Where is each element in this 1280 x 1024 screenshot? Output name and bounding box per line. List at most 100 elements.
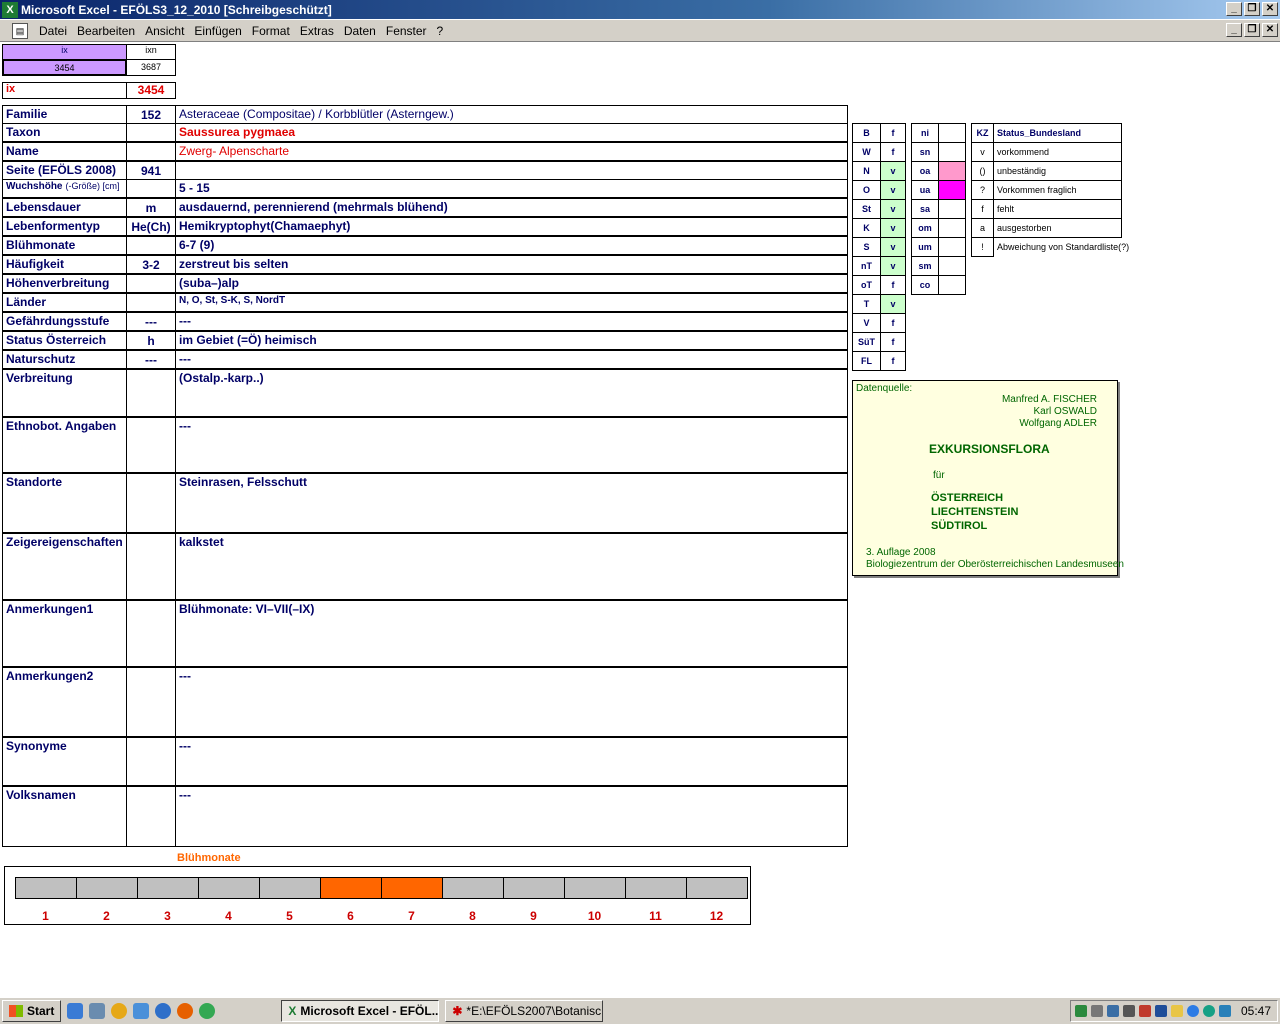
maximize-button[interactable]: ❐: [1244, 2, 1260, 16]
row-label[interactable]: Volksnamen: [2, 786, 127, 847]
tray-settings-icon[interactable]: [1122, 1005, 1135, 1017]
row-value[interactable]: zerstreut bis selten: [175, 255, 848, 274]
row-label[interactable]: Gefährdungsstufe: [2, 312, 127, 331]
row-label[interactable]: Ethnobot. Angaben: [2, 417, 127, 473]
row-label[interactable]: Anmerkungen1: [2, 600, 127, 667]
row-value[interactable]: Steinrasen, Felsschutt: [175, 473, 848, 533]
row-value[interactable]: ---: [175, 350, 848, 369]
tray-search-icon[interactable]: [1106, 1005, 1119, 1017]
quicklaunch-chrome-icon[interactable]: [199, 1003, 216, 1019]
row-code[interactable]: 152: [126, 105, 176, 124]
row-code[interactable]: [126, 236, 176, 255]
row-value[interactable]: (Ostalp.-karp..): [175, 369, 848, 417]
row-label[interactable]: Anmerkungen2: [2, 667, 127, 737]
row-label[interactable]: Synonyme: [2, 737, 127, 786]
tray-warning-icon[interactable]: [1170, 1005, 1183, 1017]
ix-label-cell[interactable]: ix: [2, 82, 127, 99]
doc-minimize-button[interactable]: _: [1226, 23, 1242, 37]
doc-restore-button[interactable]: ❐: [1244, 23, 1260, 37]
hoehe-marker-8[interactable]: [938, 275, 966, 295]
quicklaunch-firefox-icon[interactable]: [177, 1003, 194, 1019]
row-code[interactable]: [126, 533, 176, 600]
task-editor[interactable]: ✱ *E:\EFÖLS2007\Botanisc...: [445, 1000, 604, 1022]
row-code[interactable]: ---: [126, 350, 176, 369]
row-value[interactable]: Asteraceae (Compositae) / Korbblütler (A…: [175, 105, 848, 124]
row-value[interactable]: im Gebiet (=Ö) heimisch: [175, 331, 848, 350]
row-code[interactable]: [126, 142, 176, 161]
close-button[interactable]: ✕: [1262, 2, 1278, 16]
row-code[interactable]: [126, 667, 176, 737]
quicklaunch-desktop-icon[interactable]: [89, 1003, 106, 1019]
row-label[interactable]: Seite (EFÖLS 2008): [2, 161, 127, 180]
menu-extras[interactable]: Extras: [295, 24, 339, 38]
row-value[interactable]: ---: [175, 312, 848, 331]
menu-datei[interactable]: Datei: [34, 24, 72, 38]
menu-format[interactable]: Format: [247, 24, 295, 38]
row-label[interactable]: Standorte: [2, 473, 127, 533]
menu-fenster[interactable]: Fenster: [381, 24, 432, 38]
row-value[interactable]: 5 - 15: [175, 179, 848, 198]
ix-value-cell[interactable]: 3454: [2, 59, 127, 76]
row-code[interactable]: [126, 179, 176, 198]
row-label[interactable]: Taxon: [2, 123, 127, 142]
laender-status-3[interactable]: v: [880, 180, 906, 200]
quicklaunch-explorer-icon[interactable]: [133, 1003, 150, 1019]
tray-update-icon[interactable]: [1202, 1005, 1215, 1017]
start-button[interactable]: Start: [2, 1000, 62, 1022]
row-code[interactable]: [126, 123, 176, 142]
row-label[interactable]: Länder: [2, 293, 127, 312]
row-value[interactable]: Saussurea pygmaea: [175, 123, 848, 142]
tray-volume-icon[interactable]: [1090, 1005, 1103, 1017]
row-code[interactable]: [126, 600, 176, 667]
laender-status-12[interactable]: f: [880, 351, 906, 371]
row-label[interactable]: Lebenformentyp: [2, 217, 127, 236]
doc-close-button[interactable]: ✕: [1262, 23, 1278, 37]
ixn-value-cell[interactable]: 3687: [126, 59, 176, 76]
hoehe-marker-2[interactable]: [938, 161, 966, 181]
row-value[interactable]: 6-7 (9): [175, 236, 848, 255]
row-value[interactable]: kalkstet: [175, 533, 848, 600]
row-label[interactable]: Verbreitung: [2, 369, 127, 417]
row-code[interactable]: m: [126, 198, 176, 217]
hoehe-marker-7[interactable]: [938, 256, 966, 276]
row-value[interactable]: ---: [175, 417, 848, 473]
laender-status-10[interactable]: f: [880, 313, 906, 333]
quicklaunch-browser-icon[interactable]: [155, 1003, 172, 1019]
row-label[interactable]: Häufigkeit: [2, 255, 127, 274]
row-label[interactable]: Status Österreich: [2, 331, 127, 350]
tray-network-icon[interactable]: [1074, 1005, 1087, 1017]
ix-header-cell[interactable]: ix: [2, 44, 127, 60]
menu-help[interactable]: ?: [432, 24, 449, 38]
laender-status-1[interactable]: f: [880, 142, 906, 162]
menu-ansicht[interactable]: Ansicht: [140, 24, 189, 38]
row-code[interactable]: ---: [126, 312, 176, 331]
hoehe-marker-5[interactable]: [938, 218, 966, 238]
row-code[interactable]: h: [126, 331, 176, 350]
laender-status-9[interactable]: v: [880, 294, 906, 314]
row-code[interactable]: He(Ch): [126, 217, 176, 236]
row-value[interactable]: N, O, St, S-K, S, NordT: [175, 293, 848, 312]
row-value[interactable]: ---: [175, 737, 848, 786]
hoehe-marker-0[interactable]: [938, 123, 966, 143]
minimize-button[interactable]: _: [1226, 2, 1242, 16]
row-code[interactable]: [126, 786, 176, 847]
row-code[interactable]: 941: [126, 161, 176, 180]
row-value[interactable]: Zwerg- Alpenscharte: [175, 142, 848, 161]
hoehe-marker-1[interactable]: [938, 142, 966, 162]
row-label[interactable]: Lebensdauer: [2, 198, 127, 217]
hoehe-marker-4[interactable]: [938, 199, 966, 219]
menu-daten[interactable]: Daten: [339, 24, 381, 38]
row-code[interactable]: [126, 274, 176, 293]
ix-current-cell[interactable]: 3454: [126, 82, 176, 99]
tray-bluetooth-icon[interactable]: [1218, 1005, 1231, 1017]
laender-status-6[interactable]: v: [880, 237, 906, 257]
row-code[interactable]: [126, 369, 176, 417]
row-label[interactable]: Blühmonate: [2, 236, 127, 255]
ixn-header-cell[interactable]: ixn: [126, 44, 176, 60]
row-value[interactable]: Hemikryptophyt(Chamaephyt): [175, 217, 848, 236]
row-label[interactable]: Wuchshöhe (-Größe) [cm]: [2, 179, 127, 198]
row-code[interactable]: 3-2: [126, 255, 176, 274]
laender-status-4[interactable]: v: [880, 199, 906, 219]
laender-status-11[interactable]: f: [880, 332, 906, 352]
hoehe-marker-6[interactable]: [938, 237, 966, 257]
